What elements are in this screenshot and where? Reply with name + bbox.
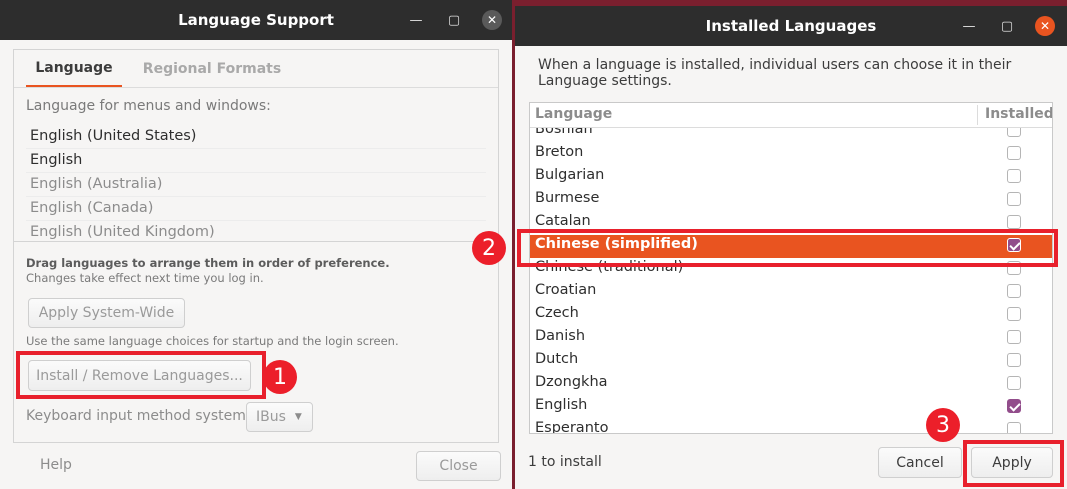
installed-checkbox[interactable] [1007,192,1021,206]
list-item[interactable]: English (Australia) [30,172,482,196]
installed-checkbox[interactable] [1007,169,1021,183]
installed-checkbox[interactable] [1007,215,1021,229]
table-row[interactable]: English [530,396,1052,419]
language-name: Bosnian [535,127,593,137]
maximize-icon[interactable]: ▢ [444,10,464,30]
annotation-badge-1: 1 [263,360,297,394]
list-item[interactable]: English (United States) [30,124,482,148]
installed-checkbox[interactable] [1007,422,1021,433]
installed-checkbox-checked[interactable] [1007,399,1021,413]
language-name: Catalan [535,213,591,229]
keyboard-input-value: IBus [256,409,286,425]
language-name: Czech [535,305,579,321]
table-header: Language Installed [530,103,1052,128]
annotation-badge-2: 2 [472,231,506,265]
list-item[interactable]: English [30,148,482,172]
drag-hint: Changes take effect next time you log in… [26,271,264,285]
description: When a language is installed, individual… [538,57,1012,89]
minimize-icon[interactable]: — [406,10,426,30]
column-separator [977,105,978,125]
help-link[interactable]: Help [40,457,72,473]
annotation-box-2 [517,229,1058,267]
table-row[interactable]: Czech [530,304,1052,327]
drag-hint-bold: Drag languages to arrange them in order … [26,256,390,270]
startup-hint: Use the same language choices for startu… [26,334,399,348]
close-icon[interactable]: ✕ [1035,16,1055,36]
cancel-button[interactable]: Cancel [878,447,962,478]
language-support-window: Language Support — ▢ ✕ Language Regional… [0,0,512,489]
tab-regional-formats-label: Regional Formats [142,61,282,77]
close-icon[interactable]: ✕ [482,10,502,30]
installed-checkbox[interactable] [1007,330,1021,344]
language-name: Dzongkha [535,374,608,390]
language-name: English [535,397,588,413]
tab-divider [14,87,498,88]
annotation-box-3 [963,440,1064,487]
table-row[interactable]: Burmese [530,189,1052,212]
tab-language[interactable]: Language [26,50,122,88]
installed-checkbox[interactable] [1007,376,1021,390]
language-name: Bulgarian [535,167,605,183]
list-bottom-divider [14,241,498,242]
section-label: Language for menus and windows: [26,98,271,114]
table-row[interactable]: Danish [530,327,1052,350]
language-name: Esperanto [535,420,609,433]
language-name: Croatian [535,282,597,298]
language-name: Dutch [535,351,579,367]
column-header-language[interactable]: Language [535,106,612,122]
window-title: Installed Languages [705,17,877,35]
keyboard-input-dropdown[interactable]: IBus ▼ [246,402,313,432]
table-row[interactable]: Dzongkha [530,373,1052,396]
annotation-box-1 [16,351,266,399]
installed-checkbox[interactable] [1007,307,1021,321]
tab-regional-formats[interactable]: Regional Formats [142,50,282,88]
table-row[interactable]: Esperanto [530,419,1052,433]
language-name: Danish [535,328,586,344]
table-row[interactable]: Bosnian [530,127,1052,143]
language-name: Breton [535,144,584,160]
installed-checkbox[interactable] [1007,127,1021,137]
install-status: 1 to install [528,454,602,470]
table-row[interactable]: Bulgarian [530,166,1052,189]
dropdown-arrow-icon: ▼ [294,412,302,422]
maximize-icon[interactable]: ▢ [997,16,1017,36]
column-header-installed[interactable]: Installed [985,106,1052,122]
language-list[interactable]: English (United States) English English … [26,122,486,242]
apply-system-wide-button[interactable]: Apply System-Wide [28,298,185,328]
close-button[interactable]: Close [416,451,501,481]
language-name: Burmese [535,190,600,206]
tab-language-label: Language [35,59,113,76]
table-row[interactable]: Dutch [530,350,1052,373]
table-row[interactable]: Croatian [530,281,1052,304]
window-title: Language Support [178,11,334,29]
installed-checkbox[interactable] [1007,146,1021,160]
keyboard-label: Keyboard input method system: [26,408,251,424]
table-row[interactable]: Breton [530,143,1052,166]
minimize-icon[interactable]: — [959,16,979,36]
installed-checkbox[interactable] [1007,353,1021,367]
list-item[interactable]: English (Canada) [30,196,482,220]
table-body: Bosnian Breton Bulgarian Burmese Catalan… [530,127,1052,433]
installed-checkbox[interactable] [1007,284,1021,298]
languages-table[interactable]: Language Installed Bosnian Breton Bulgar… [529,102,1053,434]
annotation-badge-3: 3 [926,408,960,442]
